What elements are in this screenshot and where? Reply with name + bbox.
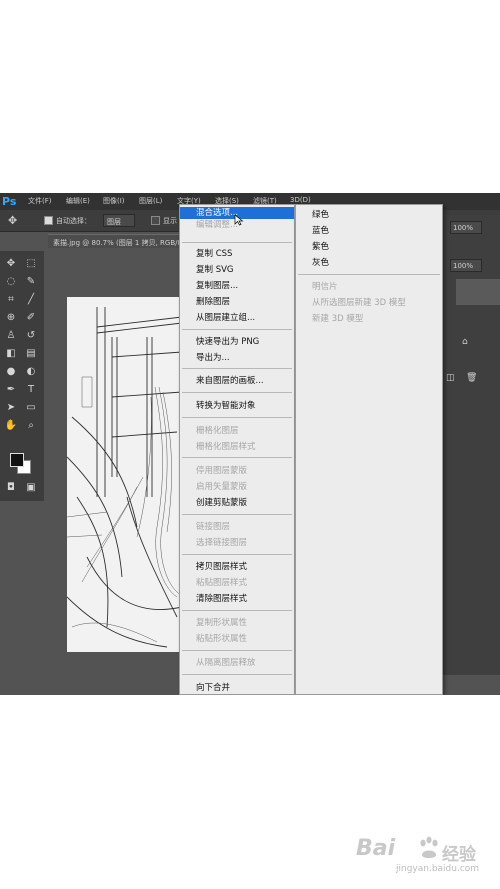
layer-context-menu: 混合选项... 编辑调整... 复制 CSS 复制 SVG 复制图层... 删除…	[179, 204, 295, 695]
menu-separator	[182, 457, 292, 458]
menu-separator	[182, 329, 292, 330]
document-tab-title: 素描.jpg @ 80.7% (图层 1 拷贝, RGB/8)	[53, 239, 185, 247]
menu-item-quick-export-png[interactable]: 快速导出为 PNG	[180, 336, 294, 348]
auto-select-dropdown[interactable]: 图层	[103, 214, 135, 227]
menu-separator	[182, 650, 292, 651]
menu-item-export-as[interactable]: 导出为...	[180, 352, 294, 364]
opacity-input[interactable]: 100%	[450, 221, 482, 234]
gradient-icon[interactable]: ▤	[24, 347, 38, 361]
eraser-icon[interactable]: ◧	[4, 347, 18, 361]
stamp-icon[interactable]: ♙	[4, 329, 18, 343]
menu-file[interactable]: 文件(F)	[28, 196, 52, 206]
dodge-icon[interactable]: ◐	[24, 365, 38, 379]
crop-icon[interactable]: ⌗	[4, 293, 18, 307]
submenu-item-blue[interactable]: 蓝色	[296, 225, 442, 237]
baidu-jingyan-watermark: Bai 经验 jingyan.baidu.com	[356, 832, 496, 882]
eyedropper-icon[interactable]: ╱	[24, 293, 38, 307]
auto-select-label: 自动选择：	[56, 217, 91, 225]
menu-item-select-linked-layers[interactable]: 选择链接图层	[180, 537, 294, 549]
watermark-url: jingyan.baidu.com	[396, 864, 480, 874]
layer-thumbnail[interactable]	[456, 279, 500, 305]
menu-item-copy-shape-attributes[interactable]: 复制形状属性	[180, 617, 294, 629]
menu-item-clear-layer-style[interactable]: 清除图层样式	[180, 593, 294, 605]
pen-icon[interactable]: ✒	[4, 383, 18, 397]
watermark-brand-left: Bai	[356, 836, 396, 861]
trash-icon[interactable]: 🗑	[466, 373, 477, 383]
menu-item-merge-down[interactable]: 向下合并	[180, 682, 294, 694]
move-icon[interactable]: ✥	[4, 257, 18, 271]
submenu-item-new-3d-model[interactable]: 新建 3D 模型	[296, 313, 442, 325]
menu-item-create-clipping-mask[interactable]: 创建剪贴蒙版	[180, 497, 294, 509]
fill-input[interactable]: 100%	[450, 259, 482, 272]
menu-item-enable-vector-mask[interactable]: 启用矢量蒙版	[180, 481, 294, 493]
blur-icon[interactable]: ●	[4, 365, 18, 379]
watermark-brand-right: 经验	[442, 845, 476, 865]
photoshop-window: Ps 文件(F) 编辑(E) 图像(I) 图层(L) 文字(Y) 选择(S) 滤…	[0, 193, 500, 695]
paw-icon	[420, 836, 438, 858]
submenu-item-violet[interactable]: 紫色	[296, 241, 442, 253]
menu-separator	[182, 610, 292, 611]
mouse-cursor-icon	[234, 214, 244, 226]
sketch-image	[67, 297, 182, 652]
menu-item-duplicate-layer[interactable]: 复制图层...	[180, 280, 294, 292]
menu-item-delete-layer[interactable]: 删除图层	[180, 296, 294, 308]
show-transform-label: 显示	[163, 217, 177, 225]
menu-item-rasterize-layer-style[interactable]: 栅格化图层样式	[180, 441, 294, 453]
show-transform-checkbox[interactable]	[151, 216, 160, 225]
menu-item-release-from-isolation[interactable]: 从隔离图层释放	[180, 657, 294, 669]
ps-logo: Ps	[2, 195, 17, 208]
new-layer-icon[interactable]: ◫	[446, 373, 455, 383]
menu-item-copy-svg[interactable]: 复制 SVG	[180, 264, 294, 276]
auto-select-checkbox[interactable]	[44, 216, 53, 225]
color-submenu: 绿色 蓝色 紫色 灰色 明信片 从所选图层新建 3D 模型 新建 3D 模型	[295, 204, 443, 695]
lasso-icon[interactable]: ◌	[4, 275, 18, 289]
history-brush-icon[interactable]: ↺	[24, 329, 38, 343]
lock-icon: ⌂	[462, 337, 468, 347]
menu-item-disable-layer-mask[interactable]: 停用图层蒙版	[180, 465, 294, 477]
submenu-item-green[interactable]: 绿色	[296, 209, 442, 221]
marquee-icon[interactable]: ⬚	[24, 257, 38, 271]
menu-separator	[182, 674, 292, 675]
menu-item-copy-layer-style[interactable]: 拷贝图层样式	[180, 561, 294, 573]
submenu-item-gray[interactable]: 灰色	[296, 257, 442, 269]
menu-3d[interactable]: 3D(D)	[290, 196, 311, 204]
submenu-item-postcard[interactable]: 明信片	[296, 281, 442, 293]
zoom-icon[interactable]: ⌕	[24, 419, 38, 433]
menu-item-link-layers[interactable]: 链接图层	[180, 521, 294, 533]
menu-separator	[182, 242, 292, 243]
layers-panel: 100% 100% ⌂ ◫ 🗑	[442, 215, 500, 675]
menu-item-paste-shape-attributes[interactable]: 粘贴形状属性	[180, 633, 294, 645]
rectangle-icon[interactable]: ▭	[24, 401, 38, 415]
type-icon[interactable]: T	[24, 383, 38, 397]
menu-edit[interactable]: 编辑(E)	[66, 196, 90, 206]
menu-item-group-from-layers[interactable]: 从图层建立组...	[180, 312, 294, 324]
document-tab[interactable]: 素描.jpg @ 80.7% (图层 1 拷贝, RGB/8)	[48, 234, 188, 248]
brush-icon[interactable]: ✐	[24, 311, 38, 325]
screen-mode-icon[interactable]: ▣	[24, 481, 38, 495]
menu-separator	[182, 368, 292, 369]
menu-separator	[182, 392, 292, 393]
submenu-item-new-3d-from-selected[interactable]: 从所选图层新建 3D 模型	[296, 297, 442, 309]
menu-image[interactable]: 图像(I)	[103, 196, 125, 206]
top-letterbox	[0, 0, 500, 193]
hand-icon[interactable]: ✋	[4, 419, 18, 433]
menu-separator	[298, 274, 440, 275]
menu-separator	[182, 514, 292, 515]
document-canvas[interactable]	[67, 297, 182, 652]
foreground-color-swatch[interactable]	[10, 453, 24, 467]
path-select-icon[interactable]: ➤	[4, 401, 18, 415]
menu-item-copy-css[interactable]: 复制 CSS	[180, 248, 294, 260]
menu-item-paste-layer-style[interactable]: 粘贴图层样式	[180, 577, 294, 589]
menu-separator	[182, 417, 292, 418]
healing-icon[interactable]: ⊕	[4, 311, 18, 325]
menu-item-convert-smart-object[interactable]: 转换为智能对象	[180, 400, 294, 412]
menu-separator	[182, 554, 292, 555]
quick-mask-icon[interactable]: ◘	[4, 481, 18, 495]
move-tool-icon[interactable]: ✥	[8, 214, 22, 228]
quick-select-icon[interactable]: ✎	[24, 275, 38, 289]
menu-item-artboard-from-layers[interactable]: 来自图层的画板...	[180, 375, 294, 387]
menu-item-rasterize-layer[interactable]: 栅格化图层	[180, 425, 294, 437]
tools-panel: ✥ ⬚ ◌ ✎ ⌗ ╱ ⊕ ✐ ♙ ↺ ◧ ▤ ● ◐ ✒ T ➤ ▭ ✋ ⌕ …	[0, 251, 44, 501]
menu-layer[interactable]: 图层(L)	[139, 196, 162, 206]
